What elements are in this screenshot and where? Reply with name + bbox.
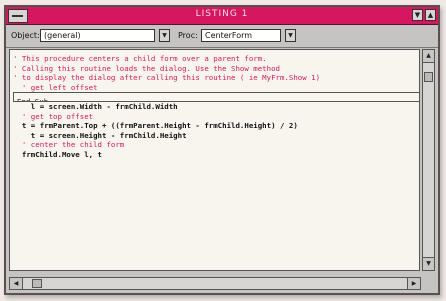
code-line[interactable]: ' This procedure centers a child form ov… bbox=[13, 54, 419, 64]
code-editor[interactable]: Sub CenterForm (frmParent As Form, frmCh… bbox=[9, 49, 420, 271]
code-line[interactable]: End Sub bbox=[13, 92, 419, 102]
chevron-down-icon: ▼ bbox=[288, 32, 293, 39]
code-line[interactable]: frmChild.Move l, t bbox=[13, 150, 419, 160]
horizontal-scrollbar[interactable]: ◀ ▶ bbox=[9, 277, 421, 290]
scroll-right-button[interactable]: ▶ bbox=[407, 278, 420, 289]
minimize-icon: ▼ bbox=[414, 11, 421, 19]
minimize-button[interactable]: ▼ bbox=[412, 9, 423, 21]
vertical-scrollbar[interactable]: ▲ ▼ bbox=[422, 49, 435, 271]
scroll-down-button[interactable]: ▼ bbox=[423, 257, 434, 270]
proc-label: Proc: bbox=[178, 31, 198, 40]
maximize-icon: ▲ bbox=[427, 11, 434, 19]
maximize-button[interactable]: ▲ bbox=[425, 9, 436, 21]
title-bar[interactable]: LISTING 1 ▼ ▲ bbox=[6, 7, 438, 25]
code-line[interactable]: ' Calling this routine loads the dialog.… bbox=[13, 64, 419, 74]
code-toolbar: Object: (general) ▼ Proc: CenterForm ▼ bbox=[6, 25, 438, 48]
code-line[interactable]: l = screen.Width - frmChild.Width bbox=[13, 102, 419, 112]
arrow-up-icon: ▲ bbox=[426, 52, 431, 59]
object-dropdown-button[interactable]: ▼ bbox=[159, 29, 170, 42]
code-line[interactable]: t = frmParent.Top + ((frmParent.Height -… bbox=[13, 121, 419, 131]
horizontal-scroll-thumb[interactable] bbox=[32, 279, 42, 288]
scroll-left-button[interactable]: ◀ bbox=[10, 278, 23, 289]
proc-select[interactable]: CenterForm bbox=[201, 29, 281, 42]
code-line[interactable]: ' center the child form bbox=[13, 140, 419, 150]
arrow-left-icon: ◀ bbox=[13, 280, 19, 287]
object-label: Object: bbox=[11, 31, 40, 40]
arrow-down-icon: ▼ bbox=[426, 260, 431, 267]
vertical-scroll-thumb[interactable] bbox=[424, 72, 433, 82]
scrollbar-corner bbox=[422, 277, 435, 290]
window-title: LISTING 1 bbox=[195, 9, 249, 19]
code-line[interactable]: ' get top offset bbox=[13, 112, 419, 122]
scroll-up-button[interactable]: ▲ bbox=[423, 50, 434, 63]
code-line[interactable]: t = screen.Height - frmChild.Height bbox=[13, 131, 419, 141]
proc-dropdown-button[interactable]: ▼ bbox=[285, 29, 296, 42]
chevron-down-icon: ▼ bbox=[162, 32, 167, 39]
object-select[interactable]: (general) bbox=[40, 29, 155, 42]
code-window: LISTING 1 ▼ ▲ Object: (general) ▼ Proc: … bbox=[4, 5, 440, 295]
code-line[interactable]: ' get left offset bbox=[13, 83, 419, 93]
arrow-right-icon: ▶ bbox=[411, 280, 417, 287]
code-line[interactable]: ' to display the dialog after calling th… bbox=[13, 73, 419, 83]
